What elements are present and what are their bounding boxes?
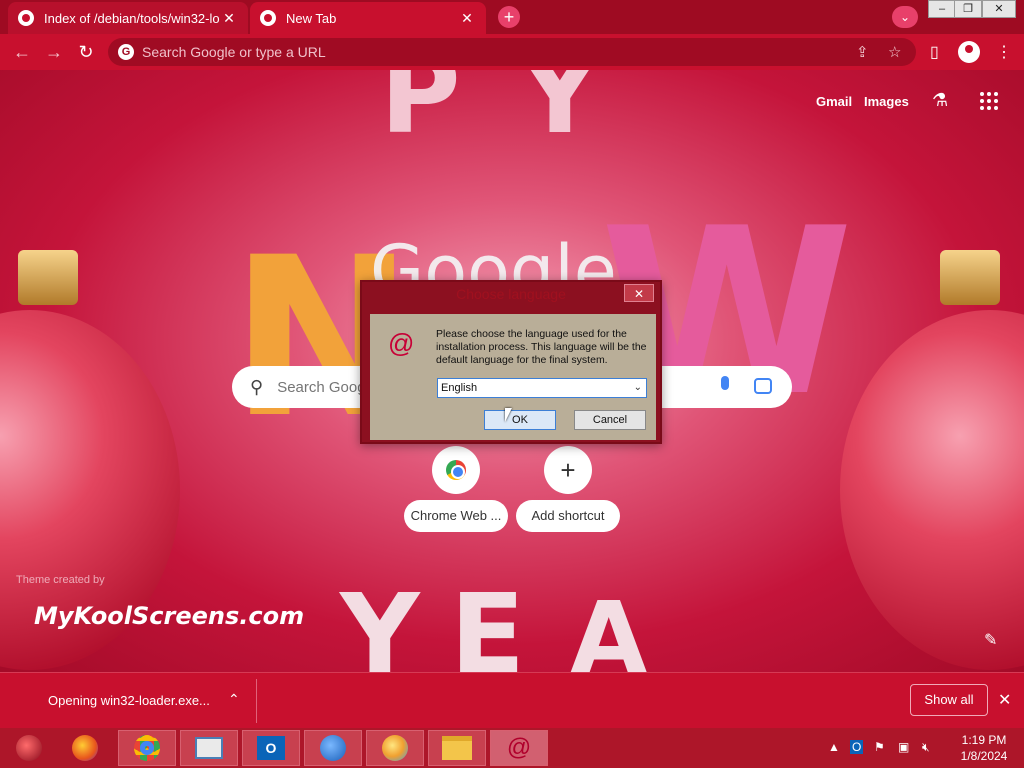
start-ornament-icon [16, 735, 42, 761]
theme-credit[interactable]: Theme created by [16, 574, 105, 586]
taskbar-news[interactable] [180, 730, 238, 766]
taskbar: O @ ▲ O ⚑ ▣ 🔇︎ 1:19 PM 1/8/2024 [0, 728, 1024, 768]
forward-button[interactable]: → [42, 40, 66, 64]
taskbar-paint[interactable] [366, 730, 424, 766]
dialog-close-button[interactable]: ✕ [624, 284, 654, 302]
language-select-value: English [441, 382, 478, 394]
chrome-web-store-icon [446, 460, 466, 480]
decor-letter: P [380, 70, 461, 158]
tray-volume-muted-icon[interactable]: 🔇︎ [922, 740, 930, 755]
cancel-button[interactable]: Cancel [574, 410, 646, 430]
tab-title: Index of /debian/tools/win32-loa [44, 10, 220, 26]
taskbar-file-explorer[interactable] [428, 730, 486, 766]
download-status[interactable]: Opening win32-loader.exe... [48, 693, 210, 708]
apps-grid-icon[interactable] [980, 92, 998, 110]
taskbar-outlook[interactable]: O [242, 730, 300, 766]
start-button[interactable] [0, 730, 58, 766]
download-bar: Opening win32-loader.exe... ⌃ Show all ✕ [0, 672, 1024, 728]
tray-flag-icon[interactable]: ⚑ [874, 740, 885, 754]
add-shortcut-button[interactable]: + [544, 446, 592, 494]
menu-icon[interactable]: ⋮ [996, 42, 1012, 62]
tray-overflow-icon[interactable]: ▲ [828, 740, 840, 754]
chrome-icon [134, 735, 160, 761]
share-icon[interactable]: ⇪ [856, 43, 869, 61]
search-icon: ⚲ [250, 376, 264, 397]
side-panel-icon[interactable]: ▯ [930, 42, 939, 62]
folder-icon [442, 736, 472, 760]
divider [256, 679, 257, 723]
chrome-favicon-icon [18, 10, 34, 26]
bookmark-star-icon[interactable]: ☆ [888, 43, 901, 61]
google-icon: G [118, 44, 134, 60]
chevron-up-icon[interactable]: ⌃ [228, 691, 240, 708]
decor-letter: A [570, 580, 648, 672]
taskbar-shield-app[interactable] [304, 730, 362, 766]
taskbar-firefox[interactable] [56, 730, 114, 766]
tray-outlook-icon[interactable]: O [850, 740, 864, 754]
paint-icon [382, 735, 408, 761]
omnibox-input[interactable] [142, 44, 842, 60]
ornament-cap-left [18, 250, 78, 305]
dialog-title: Choose language [456, 286, 566, 302]
tab-close-icon[interactable]: ✕ [220, 10, 238, 27]
restore-button[interactable]: ❐ [954, 0, 982, 18]
chevron-down-icon[interactable]: ⌄ [634, 379, 642, 397]
voice-search-icon[interactable] [718, 376, 732, 398]
watermark: MyKoolScreens.com [34, 602, 305, 630]
chrome-favicon-icon [260, 10, 276, 26]
browser-toolbar: ← → ↻ G ⇪ ☆ ▯ ⋮ [0, 34, 1024, 70]
firefox-icon [72, 735, 98, 761]
new-tab-button[interactable]: + [498, 6, 520, 28]
decor-letter: Y [340, 570, 420, 672]
decor-letter: Y [520, 70, 600, 158]
gmail-link[interactable]: Gmail [816, 94, 852, 109]
tab-debian-index[interactable]: Index of /debian/tools/win32-loa ✕ [8, 2, 248, 34]
minimize-button[interactable]: – [928, 0, 956, 18]
labs-flask-icon[interactable]: ⚗ [932, 90, 948, 111]
shield-app-icon [320, 735, 346, 761]
window-close-button[interactable]: ✕ [982, 0, 1016, 18]
google-lens-icon[interactable] [754, 378, 772, 394]
reload-button[interactable]: ↻ [74, 40, 98, 64]
debian-swirl-icon: @ [388, 328, 415, 358]
ok-button[interactable]: OK [484, 410, 556, 430]
tab-new-tab[interactable]: New Tab ✕ [250, 2, 486, 34]
tab-title: New Tab [286, 10, 337, 26]
tray-network-icon[interactable]: ▣ [898, 740, 909, 754]
clock-time: 1:19 PM [961, 733, 1007, 747]
taskbar-clock[interactable]: 1:19 PM 1/8/2024 [952, 732, 1016, 764]
debian-swirl-icon: @ [506, 734, 532, 761]
clock-date: 1/8/2024 [960, 749, 1008, 763]
mouse-cursor [505, 408, 512, 422]
decor-letter: E [450, 570, 526, 672]
show-all-button[interactable]: Show all [910, 684, 988, 716]
shortcut-label[interactable]: Chrome Web ... [404, 500, 508, 532]
images-link[interactable]: Images [864, 94, 909, 109]
profile-avatar[interactable] [958, 41, 980, 63]
tab-close-icon[interactable]: ✕ [458, 10, 476, 27]
shortcut-chrome-web-store[interactable] [432, 446, 480, 494]
language-select[interactable]: English ⌄ [437, 378, 647, 398]
download-bar-close-icon[interactable]: ✕ [998, 690, 1011, 710]
customize-pencil-icon[interactable]: ✎ [984, 630, 997, 650]
add-shortcut-label[interactable]: Add shortcut [516, 500, 620, 532]
tab-search-button[interactable]: ⌄ [892, 6, 918, 28]
dialog-body: @ Please choose the language used for th… [370, 314, 656, 440]
outlook-icon: O [257, 736, 285, 760]
taskbar-chrome[interactable] [118, 730, 176, 766]
omnibox[interactable]: G ⇪ ☆ [108, 38, 916, 66]
ornament-right [840, 310, 1024, 670]
ornament-cap-right [940, 250, 1000, 305]
news-icon [195, 737, 223, 759]
back-button[interactable]: ← [10, 40, 34, 64]
dialog-message: Please choose the language used for the … [436, 328, 647, 366]
tab-strip: Index of /debian/tools/win32-loa ✕ New T… [0, 0, 1024, 34]
taskbar-debian-installer[interactable]: @ [490, 730, 548, 766]
